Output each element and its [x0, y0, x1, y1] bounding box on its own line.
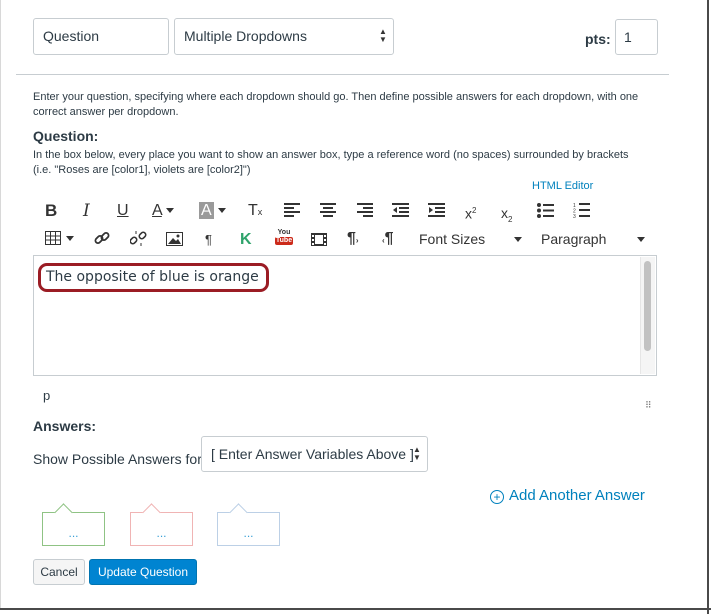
add-another-answer-link[interactable]: + Add Another Answer — [490, 487, 645, 504]
points-input[interactable]: 1 — [615, 19, 658, 55]
paragraph-mark-icon[interactable]: ¶ — [205, 230, 212, 250]
question-type-select[interactable]: Multiple Dropdowns ▲ ▼ — [174, 18, 394, 55]
rtl-icon[interactable]: ‹¶ — [382, 229, 394, 251]
subscript-icon[interactable]: x2 — [501, 203, 512, 230]
table-icon[interactable] — [45, 231, 75, 245]
bold-icon[interactable]: B — [45, 201, 57, 221]
question-help-line2: (i.e. "Roses are [color1], violets are [… — [33, 164, 251, 176]
youtube-icon[interactable]: You Tube — [275, 229, 293, 245]
clear-formatting-icon[interactable]: Tx — [248, 201, 262, 222]
frame-left-border — [0, 0, 1, 610]
question-type-value: Multiple Dropdowns — [184, 28, 307, 44]
answer-placeholder-dots: ... — [156, 526, 167, 540]
question-title-input[interactable]: Question — [33, 18, 169, 55]
frame-right-border — [707, 0, 709, 614]
html-editor-link[interactable]: HTML Editor — [532, 180, 593, 192]
image-icon[interactable] — [166, 232, 183, 246]
kaltura-icon[interactable]: K — [240, 230, 252, 250]
question-help-line1: In the box below, every place you want t… — [33, 149, 629, 161]
plus-circle-icon: + — [490, 490, 504, 504]
answer-placeholder-blue: ... — [217, 503, 280, 546]
paragraph-label: Paragraph — [541, 231, 607, 247]
resize-grip-icon[interactable]: ⠿ — [645, 400, 652, 411]
font-sizes-label: Font Sizes — [419, 231, 486, 247]
paragraph-caret-icon — [637, 237, 645, 242]
svg-text:3: 3 — [573, 214, 576, 218]
instructions-text: Enter your question, specifying where ea… — [33, 91, 639, 118]
indent-icon[interactable] — [428, 203, 445, 217]
show-answers-label: Show Possible Answers for — [33, 451, 202, 467]
editor-path: p — [43, 388, 51, 403]
text-color-icon[interactable]: A — [152, 201, 175, 221]
youtube-tube-text: Tube — [275, 237, 293, 245]
editor-content[interactable]: The opposite of blue is orange — [46, 269, 259, 285]
answer-placeholder-dots: ... — [68, 526, 79, 540]
answer-notch — [229, 503, 248, 522]
question-edit-panel: Question Multiple Dropdowns ▲ ▼ pts: 1 En… — [0, 0, 717, 614]
editor-scrollbar[interactable] — [640, 257, 655, 374]
outdent-icon[interactable] — [392, 203, 409, 217]
font-sizes-caret-icon — [514, 237, 522, 242]
answers-label: Answers: — [33, 418, 97, 434]
header-divider — [16, 74, 669, 75]
cancel-button[interactable]: Cancel — [33, 559, 85, 585]
youtube-you-text: You — [277, 229, 291, 236]
bullet-list-icon[interactable] — [537, 203, 554, 218]
media-icon[interactable] — [311, 233, 327, 246]
question-help-text: In the box below, every place you want t… — [33, 148, 673, 178]
select-arrows-icon: ▲ ▼ — [413, 445, 421, 462]
answer-notch — [142, 503, 161, 522]
answer-variable-select[interactable]: [ Enter Answer Variables Above ] ▲ ▼ — [201, 436, 428, 472]
points-label: pts: — [585, 31, 611, 47]
underline-icon[interactable]: U — [117, 201, 129, 221]
unlink-icon[interactable] — [130, 230, 147, 247]
align-right-icon[interactable] — [357, 203, 373, 217]
select-arrows-icon: ▲ ▼ — [379, 27, 387, 44]
numbered-list-icon[interactable]: 123 — [573, 202, 590, 218]
paragraph-dropdown[interactable]: Paragraph — [541, 229, 606, 249]
frame-bottom-border — [0, 608, 711, 610]
align-left-icon[interactable] — [284, 203, 300, 217]
align-center-icon[interactable] — [320, 203, 336, 217]
link-icon[interactable] — [94, 230, 110, 246]
add-another-answer-label: Add Another Answer — [509, 487, 645, 504]
ltr-icon[interactable]: ¶› — [347, 229, 359, 251]
update-question-button[interactable]: Update Question — [89, 559, 197, 585]
font-sizes-dropdown[interactable]: Font Sizes — [419, 229, 485, 249]
answer-notch — [54, 503, 73, 522]
answer-placeholder-dots: ... — [243, 526, 254, 540]
question-label: Question: — [33, 128, 99, 144]
superscript-icon[interactable]: x2 — [465, 201, 476, 224]
editor-scroll-thumb[interactable] — [644, 261, 651, 351]
answer-variable-value: [ Enter Answer Variables Above ] — [211, 446, 414, 462]
background-color-icon[interactable]: A — [199, 201, 227, 221]
italic-icon[interactable]: I — [83, 201, 90, 221]
answer-placeholder-green: ... — [42, 503, 105, 546]
answer-placeholder-pink: ... — [130, 503, 193, 546]
